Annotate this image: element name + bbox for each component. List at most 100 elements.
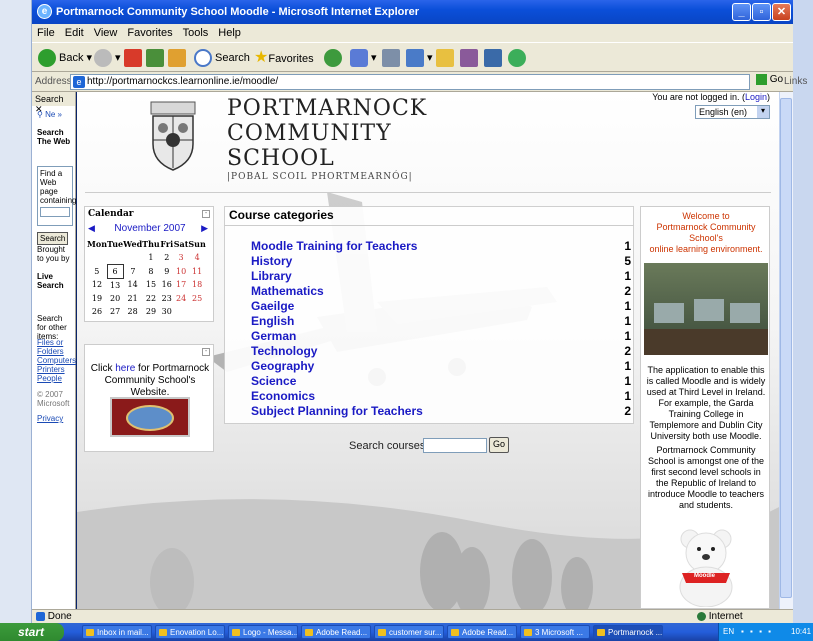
language-select[interactable]: English (en) ▾ <box>695 105 770 119</box>
category-count: 1 <box>624 314 631 328</box>
dropdown-arrow-icon: ▾ <box>757 106 769 118</box>
welcome-paragraph-1: The application to enable this is called… <box>646 365 766 441</box>
school-website-image[interactable] <box>110 397 190 437</box>
title-bar: e Portmarnock Community School Moodle - … <box>32 0 793 24</box>
back-button[interactable]: Back ▾ <box>38 48 92 68</box>
refresh-button[interactable] <box>146 48 167 68</box>
category-count: 1 <box>624 359 631 373</box>
taskbar-item[interactable]: 3 Microsoft ... <box>520 625 590 639</box>
mail-button[interactable]: ▾ <box>350 48 377 68</box>
menu-file[interactable]: File <box>32 24 60 39</box>
categories-divider <box>224 225 634 226</box>
links-button[interactable]: Links <box>784 76 807 87</box>
address-label: Address <box>35 76 72 87</box>
search-courses-go-button[interactable]: Go <box>489 437 510 453</box>
folder-icon <box>436 49 454 68</box>
calendar-title: Calendar <box>88 209 134 219</box>
category-count: 2 <box>624 404 631 418</box>
category-link[interactable]: English <box>251 314 294 328</box>
category-row: History 5 <box>251 254 631 269</box>
header-divider <box>85 192 771 193</box>
category-link[interactable]: Subject Planning for Teachers <box>251 404 423 418</box>
next-month-arrow-icon[interactable]: ▶ <box>201 223 208 234</box>
category-link[interactable]: Moodle Training for Teachers <box>251 239 417 253</box>
link-computers[interactable]: Computers <box>37 356 76 365</box>
menu-tools[interactable]: Tools <box>178 24 214 39</box>
taskbar-item[interactable]: customer sur... <box>374 625 444 639</box>
category-link[interactable]: Geography <box>251 359 314 373</box>
print-button[interactable] <box>382 48 403 68</box>
link-printers[interactable]: Printers <box>37 365 75 374</box>
home-button[interactable] <box>168 48 189 68</box>
menu-view[interactable]: View <box>89 24 123 39</box>
link-people[interactable]: People <box>37 374 75 383</box>
stop-button[interactable] <box>124 48 145 68</box>
taskbar-item[interactable]: Enovation Lo... <box>155 625 225 639</box>
school-name-line3: SCHOOL <box>227 146 335 171</box>
login-link[interactable]: Login <box>745 92 767 102</box>
maximize-button[interactable]: ▫ <box>752 3 771 21</box>
menu-favorites[interactable]: Favorites <box>122 24 177 39</box>
address-input[interactable]: http://portmarnockcs.learnonline.ie/mood… <box>70 74 750 90</box>
minimize-button[interactable]: _ <box>732 3 751 21</box>
category-link[interactable]: Technology <box>251 344 317 358</box>
other-items-text: Search for other items: <box>37 314 67 341</box>
history-button[interactable] <box>324 48 345 68</box>
category-row: Subject Planning for Teachers 2 <box>251 404 631 419</box>
category-link[interactable]: Economics <box>251 389 315 403</box>
status-bar: Done Internet <box>32 609 793 623</box>
menu-edit[interactable]: Edit <box>60 24 89 39</box>
category-count: 1 <box>624 389 631 403</box>
category-row: Mathematics 2 <box>251 284 631 299</box>
search-links: Files or Folders Computers Printers Peop… <box>37 338 76 383</box>
calendar-week: 5 6 7 8 9 10 11 <box>87 263 206 279</box>
left-taskpane-strip <box>0 0 32 623</box>
search-courses-input[interactable] <box>423 438 487 453</box>
category-link[interactable]: Mathematics <box>251 284 324 298</box>
collapse-icon[interactable]: - <box>202 348 210 356</box>
history-icon <box>324 49 342 68</box>
close-button[interactable]: ✕ <box>772 3 791 21</box>
research-button[interactable] <box>484 48 505 68</box>
discuss-icon <box>460 49 478 68</box>
messenger-button[interactable] <box>508 48 529 68</box>
category-count: 1 <box>624 239 631 253</box>
back-arrow-icon <box>38 49 56 68</box>
web-page: PORTMARNOCK COMMUNITY SCHOOL |POBAL SCOI… <box>77 92 779 609</box>
category-link[interactable]: Gaeilge <box>251 299 294 313</box>
edit-button[interactable]: ▾ <box>406 48 433 68</box>
folder-button[interactable] <box>436 48 457 68</box>
category-link[interactable]: German <box>251 329 296 343</box>
category-link[interactable]: History <box>251 254 292 268</box>
taskbar-item-active[interactable]: Portmarnock ... <box>593 625 663 639</box>
category-link[interactable]: Science <box>251 374 296 388</box>
welcome-block: Welcome to Portmarnock Community School'… <box>640 206 770 609</box>
search-pane-button[interactable]: Search <box>37 232 69 245</box>
link-files-folders[interactable]: Files or Folders <box>37 338 75 356</box>
favorites-button[interactable]: ★Favorites <box>254 48 314 68</box>
search-pane: Search ✕ ⚲ Ne » Search The Web Find a We… <box>32 92 76 609</box>
category-row: Gaeilge 1 <box>251 299 631 314</box>
discuss-button[interactable] <box>460 48 481 68</box>
go-button[interactable]: Go <box>756 74 783 85</box>
scrollbar-thumb[interactable] <box>780 98 792 598</box>
taskbar-item[interactable]: Adobe Read... <box>301 625 371 639</box>
taskbar-item[interactable]: Inbox in mail... <box>82 625 152 639</box>
status-zone: Internet <box>697 611 743 622</box>
find-input[interactable] <box>40 207 70 217</box>
search-button[interactable]: Search <box>194 48 250 68</box>
course-categories-title: Course categories <box>229 208 334 222</box>
calendar-month[interactable]: November 2007 <box>85 223 215 234</box>
taskbar-item[interactable]: Adobe Read... <box>447 625 517 639</box>
privacy-link[interactable]: Privacy <box>37 414 63 423</box>
website-link[interactable]: here <box>115 363 135 374</box>
start-button[interactable]: start <box>0 623 64 641</box>
menu-help[interactable]: Help <box>213 24 246 39</box>
collapse-icon[interactable]: - <box>202 210 210 218</box>
forward-button[interactable]: ▾ <box>94 48 121 68</box>
category-link[interactable]: Library <box>251 269 292 283</box>
calendar-today: 6 <box>106 263 124 279</box>
language-indicator[interactable]: EN <box>723 627 734 636</box>
taskbar-item[interactable]: Logo - Messa... <box>228 625 298 639</box>
search-pane-tab[interactable]: ⚲ Ne » <box>37 110 62 119</box>
